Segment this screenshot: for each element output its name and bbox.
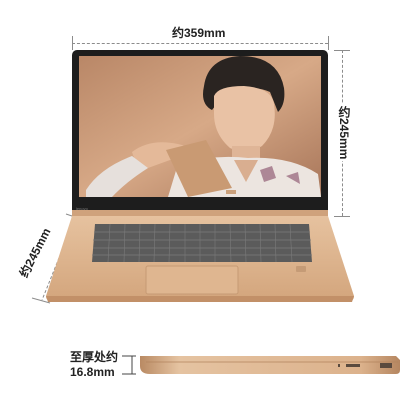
side-port-led xyxy=(338,364,340,367)
side-port-sd xyxy=(346,364,360,367)
laptop-side-view xyxy=(140,356,400,374)
side-port-usb xyxy=(380,363,392,368)
